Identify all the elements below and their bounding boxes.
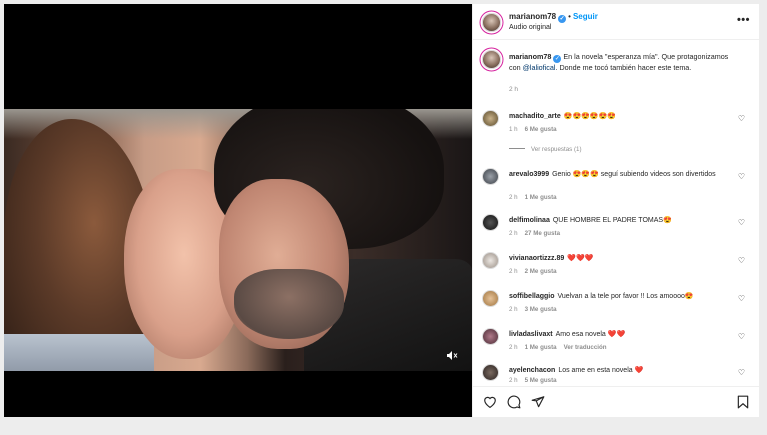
post-sidebar: marianom78 ✓ • Seguir Audio original ••• ma… [472,4,759,417]
comment-text: Los ame en esta novela ❤️ [558,367,644,374]
heart-icon[interactable]: ♡ [737,114,746,123]
comment-item: arevalo3999 Genio 😍😍😍 seguí subiendo vide… [482,168,752,202]
comment-item: delfimolinaa QUE HOMBRE EL PADRE TOMAS😍 2… [482,214,752,244]
avatar[interactable] [482,13,501,32]
comment-likes[interactable]: 1 Me gusta [525,194,557,201]
verified-icon: ✓ [558,15,567,23]
comment-text: ❤️❤️❤️ [567,255,594,262]
caption-text-end: . Donde me tocó también hacer este tema. [555,63,692,72]
avatar[interactable] [482,290,499,307]
video-frame[interactable] [4,109,472,371]
heart-icon[interactable]: ♡ [737,172,746,181]
comment-text: Vuelvan a la tele por favor !! Los amooo… [557,293,694,300]
bookmark-icon[interactable] [736,395,750,409]
comment-likes[interactable]: 2 Me gusta [525,268,557,275]
comment-username[interactable]: ayelenchacon [509,367,555,374]
comment-time: 1 h [509,126,518,133]
comment-time: 2 h [509,344,518,351]
heart-icon[interactable]: ♡ [737,368,746,377]
comment-username[interactable]: arevalo3999 [509,171,549,178]
view-replies-button[interactable]: Ver respuestas (1) [509,146,582,153]
heart-icon[interactable]: ♡ [737,294,746,303]
comment-time: 2 h [509,194,518,201]
comment-item: soffibellaggio Vuelvan a la tele por favo… [482,290,752,320]
comment-username[interactable]: vivianaortizzz.89 [509,255,564,262]
comment-item: machadito_arte 😍😍😍😍😍😍 1 h 6 Me gusta Ver r… [482,110,752,153]
comment-likes[interactable]: 27 Me gusta [525,230,560,237]
comment-time: 2 h [509,306,518,313]
caption-time: 2 h [509,86,519,93]
translate-button[interactable]: Ver traducción [564,344,607,351]
comment-text: QUE HOMBRE EL PADRE TOMAS😍 [552,217,672,224]
heart-icon[interactable]: ♡ [737,332,746,341]
avatar[interactable] [482,110,499,127]
comment-likes[interactable]: 1 Me gusta [525,344,557,351]
caption-username[interactable]: marianom78 [509,52,551,61]
comment-text: 😍😍😍😍😍😍 [563,113,617,120]
comment-time: 2 h [509,377,518,384]
comment-text: Genio 😍😍😍 seguí subiendo videos son dive… [552,171,716,178]
avatar[interactable] [482,50,501,69]
comment-text: Amo esa novela ❤️❤️ [555,331,626,338]
heart-icon[interactable] [483,395,497,409]
comment-time: 2 h [509,230,518,237]
avatar[interactable] [482,364,499,381]
video-player[interactable] [4,4,472,417]
comment-username[interactable]: delfimolinaa [509,217,550,224]
avatar[interactable] [482,328,499,345]
comment-username[interactable]: soffibellaggio [509,293,555,300]
speaker-icon[interactable] [446,350,460,362]
heart-icon[interactable]: ♡ [737,256,746,265]
verified-icon: ✓ [553,55,562,63]
more-options-icon[interactable]: ••• [737,14,750,26]
comment-likes[interactable]: 6 Me gusta [525,126,557,133]
author-username[interactable]: marianom78 [509,12,556,21]
action-bar [473,386,759,417]
comment-item: livladaslivaxt Amo esa novela ❤️❤️ 2 h 1 M… [482,328,752,358]
comment-item: ayelenchacon Los ame en esta novela ❤️ 2 … [482,364,752,386]
comment-likes[interactable]: 3 Me gusta [525,306,557,313]
heart-icon[interactable]: ♡ [737,218,746,227]
instagram-post-modal: marianom78 ✓ • Seguir Audio original ••• ma… [4,4,759,417]
caption-mention[interactable]: @laliofical [523,63,556,72]
avatar[interactable] [482,214,499,231]
comment-time: 2 h [509,268,518,275]
comment-username[interactable]: livladaslivaxt [509,331,553,338]
follow-button[interactable]: Seguir [573,12,598,21]
share-icon[interactable] [531,395,545,409]
comments-list[interactable]: marianom78 ✓ En la novela "esperanza mía"… [473,41,759,386]
post-header: marianom78 ✓ • Seguir Audio original ••• [473,4,759,40]
avatar[interactable] [482,168,499,185]
comment-likes[interactable]: 5 Me gusta [525,377,557,384]
comment-icon[interactable] [507,395,521,409]
comment-item: vivianaortizzz.89 ❤️❤️❤️ 2 h 2 Me gusta ♡ [482,252,752,282]
audio-label[interactable]: Audio original [509,24,551,31]
avatar[interactable] [482,252,499,269]
comment-username[interactable]: machadito_arte [509,113,561,120]
